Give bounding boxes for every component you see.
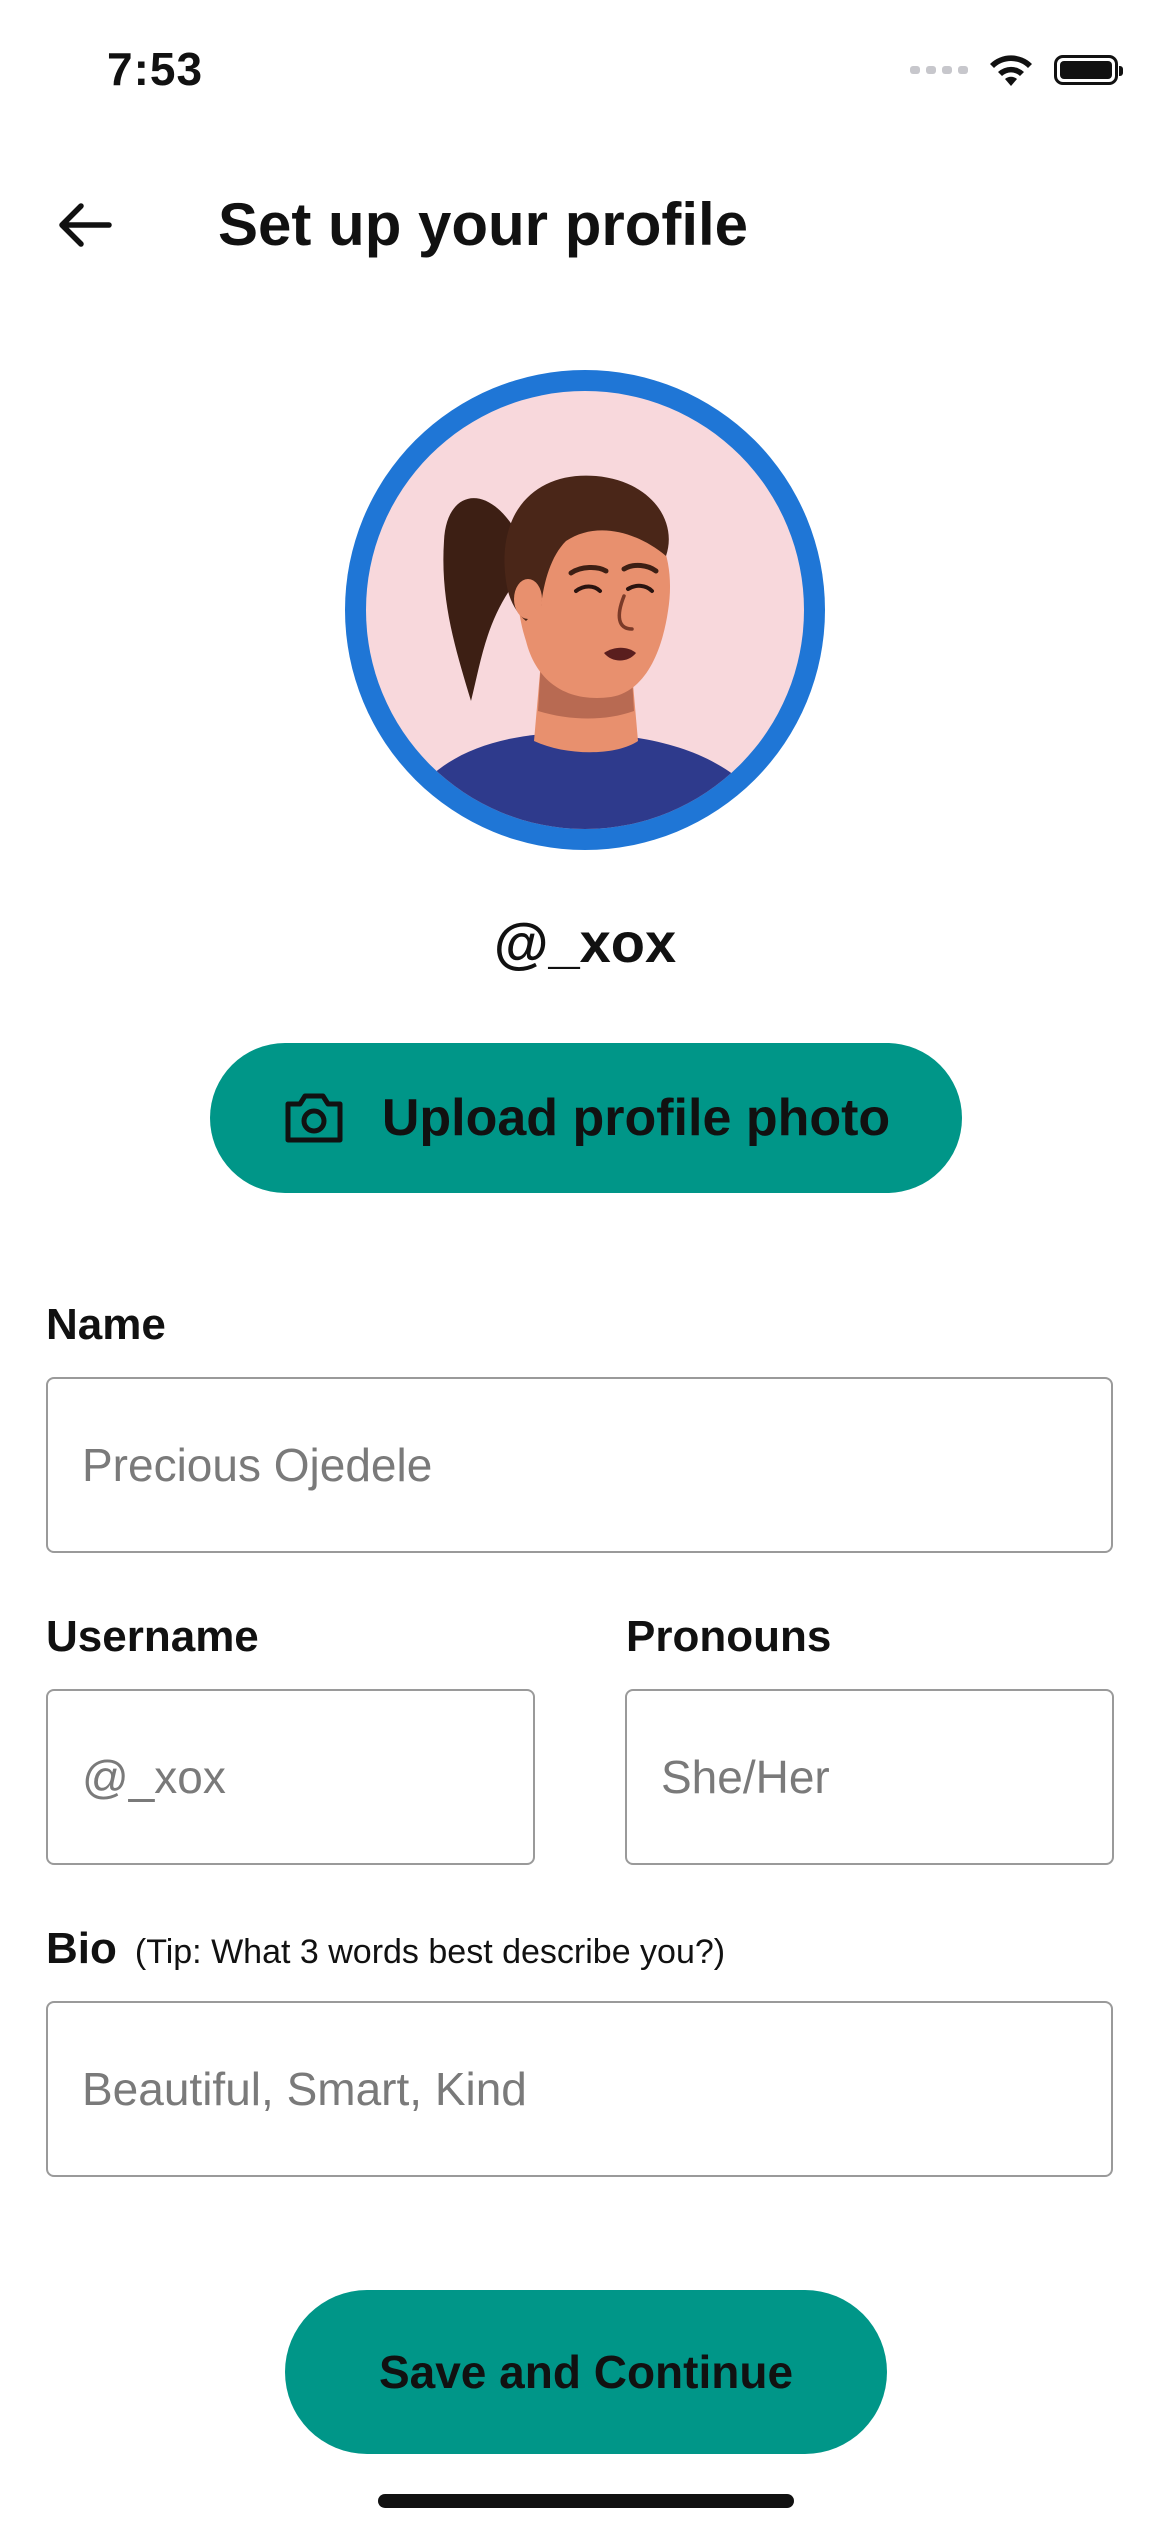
username-label: Username: [46, 1612, 259, 1661]
avatar: [345, 370, 825, 850]
battery-icon: [1054, 55, 1123, 85]
pronouns-input[interactable]: [625, 1689, 1114, 1865]
bio-tip: (Tip: What 3 words best describe you?): [134, 1933, 726, 1971]
arrow-left-icon: [59, 203, 112, 247]
wifi-icon: [990, 55, 1032, 86]
save-and-continue-button[interactable]: Save and Continue: [285, 2290, 887, 2454]
home-indicator: [378, 2494, 794, 2508]
upload-profile-photo-button[interactable]: Upload profile photo: [210, 1043, 962, 1193]
name-label: Name: [46, 1300, 166, 1349]
back-button[interactable]: [45, 190, 125, 260]
avatar-illustration: [366, 391, 804, 829]
profile-handle: @_xox: [493, 911, 677, 974]
page-title: Set up your profile: [218, 191, 749, 258]
bio-input[interactable]: [46, 2001, 1113, 2177]
status-time: 7:53: [107, 43, 204, 95]
camera-icon: [285, 1093, 343, 1143]
status-icons: [910, 52, 1123, 88]
signal-icon: [910, 66, 968, 74]
bio-label: Bio: [46, 1924, 117, 1973]
upload-button-label: Upload profile photo: [381, 1089, 891, 1147]
username-input[interactable]: [46, 1689, 535, 1865]
bio-label-row: Bio (Tip: What 3 words best describe you…: [46, 1924, 725, 1974]
pronouns-label: Pronouns: [626, 1612, 832, 1661]
name-input[interactable]: [46, 1377, 1113, 1553]
